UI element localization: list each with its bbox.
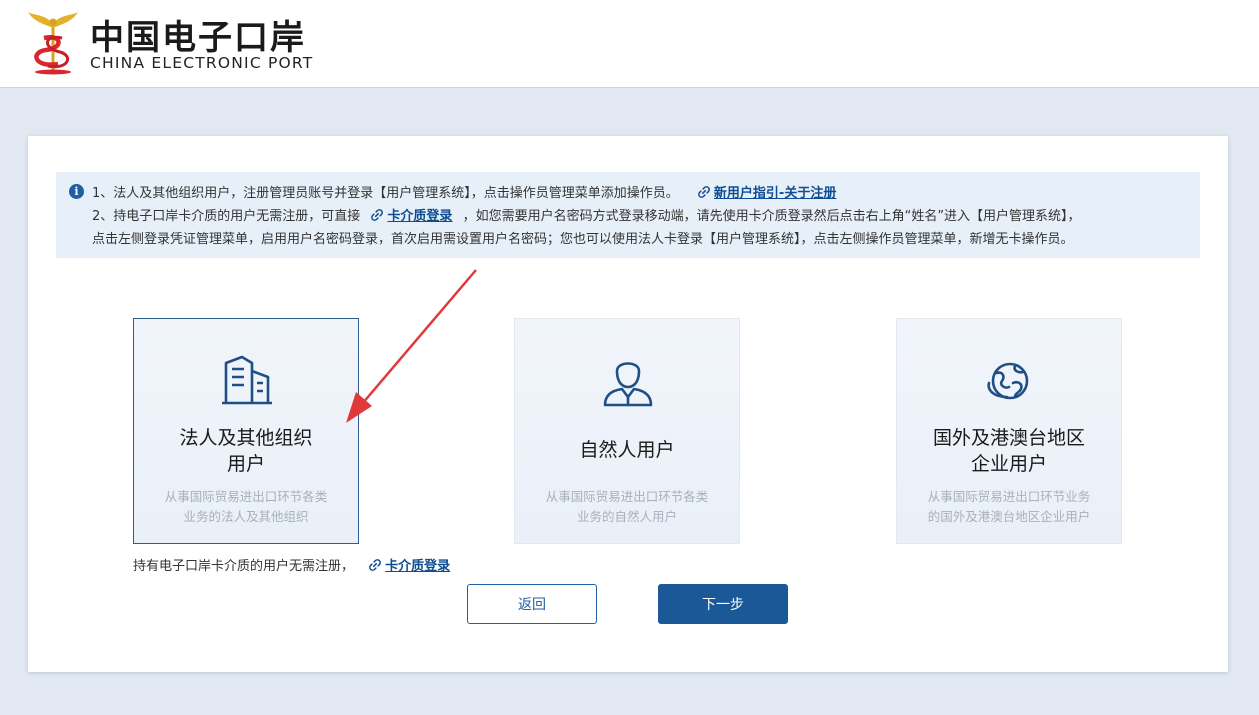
page-header: 中国电子口岸 CHINA ELECTRONIC PORT: [0, 0, 1259, 88]
notice-line-1-text: 1、法人及其他组织用户，注册管理员账号并登录【用户管理系统】，点击操作员管理菜单…: [92, 186, 679, 201]
option-overseas-enterprise-user[interactable]: 国外及港澳台地区 企业用户 从事国际贸易进出口环节业务 的国外及港澳台地区企业用…: [896, 318, 1122, 544]
logo-title-en: CHINA ELECTRONIC PORT: [90, 54, 314, 72]
option-desc-line: 业务的法人及其他组织: [183, 509, 309, 524]
option-legal-entity-desc: 从事国际贸易进出口环节各类 业务的法人及其他组织: [152, 487, 340, 527]
card-holder-hint: 持有电子口岸卡介质的用户无需注册， 卡介质登录: [133, 555, 450, 574]
card-login-link-bottom-label[interactable]: 卡介质登录: [385, 559, 450, 574]
info-icon: i: [69, 184, 84, 199]
next-step-button[interactable]: 下一步: [658, 584, 788, 624]
option-title-line: 国外及港澳台地区: [932, 427, 1085, 449]
notice-banner: i 1、法人及其他组织用户，注册管理员账号并登录【用户管理系统】，点击操作员管理…: [56, 172, 1200, 258]
new-user-guide-link-label[interactable]: 新用户指引-关于注册: [714, 186, 836, 201]
notice-line-2: 2、持电子口岸卡介质的用户无需注册，可直接 卡介质登录 ，如您需要用户名密码方式…: [92, 205, 1081, 224]
person-icon: [603, 362, 653, 407]
option-title-line: 法人及其他组织: [179, 427, 313, 449]
card-login-link-bottom[interactable]: 卡介质登录: [368, 559, 450, 574]
option-desc-line: 从事国际贸易进出口环节各类: [164, 489, 328, 504]
card-login-link-top[interactable]: 卡介质登录: [370, 209, 456, 224]
logo-title-cn: 中国电子口岸: [90, 18, 306, 58]
option-desc-line: 的国外及港澳台地区企业用户: [927, 509, 1091, 524]
card-holder-hint-text: 持有电子口岸卡介质的用户无需注册，: [133, 559, 355, 574]
link-icon: [371, 209, 384, 221]
link-icon: [369, 559, 382, 571]
notice-line-3: 点击左侧登录凭证管理菜单，启用用户名密码登录，首次启用需设置用户名密码；您也可以…: [92, 232, 1074, 247]
user-type-card: i 1、法人及其他组织用户，注册管理员账号并登录【用户管理系统】，点击操作员管理…: [28, 136, 1228, 672]
option-title-line: 用户: [226, 453, 265, 475]
option-natural-person-desc: 从事国际贸易进出口环节各类 业务的自然人用户: [533, 487, 721, 527]
option-legal-entity-user[interactable]: 法人及其他组织 用户 从事国际贸易进出口环节各类 业务的法人及其他组织: [133, 318, 359, 544]
option-natural-person-user[interactable]: 自然人用户 从事国际贸易进出口环节各类 业务的自然人用户: [514, 318, 740, 544]
option-natural-person-title: 自然人用户: [515, 437, 739, 463]
notice-line-1: 1、法人及其他组织用户，注册管理员账号并登录【用户管理系统】，点击操作员管理菜单…: [92, 182, 836, 201]
option-desc-line: 业务的自然人用户: [576, 509, 677, 524]
option-legal-entity-title: 法人及其他组织 用户: [134, 425, 358, 477]
card-login-link-top-label[interactable]: 卡介质登录: [387, 209, 452, 224]
notice-line-2-suffix: ，如您需要用户名密码方式登录移动端，请先使用卡介质登录然后点击右上角“姓名”进入…: [462, 209, 1081, 224]
building-icon: [222, 355, 272, 405]
option-overseas-title: 国外及港澳台地区 企业用户: [897, 425, 1121, 477]
option-desc-line: 从事国际贸易进出口环节业务: [927, 489, 1091, 504]
globe-icon: [987, 362, 1029, 400]
option-title-line: 企业用户: [970, 453, 1047, 475]
notice-line-2-prefix: 2、持电子口岸卡介质的用户无需注册，可直接: [92, 209, 361, 224]
option-desc-line: 从事国际贸易进出口环节各类: [545, 489, 709, 504]
back-button[interactable]: 返回: [467, 584, 597, 624]
option-overseas-desc: 从事国际贸易进出口环节业务 的国外及港澳台地区企业用户: [915, 487, 1103, 527]
option-title-line: 自然人用户: [579, 439, 675, 461]
customs-emblem-logo-icon[interactable]: [24, 8, 82, 76]
link-icon: [698, 186, 710, 198]
new-user-guide-link[interactable]: 新用户指引-关于注册: [697, 186, 836, 201]
